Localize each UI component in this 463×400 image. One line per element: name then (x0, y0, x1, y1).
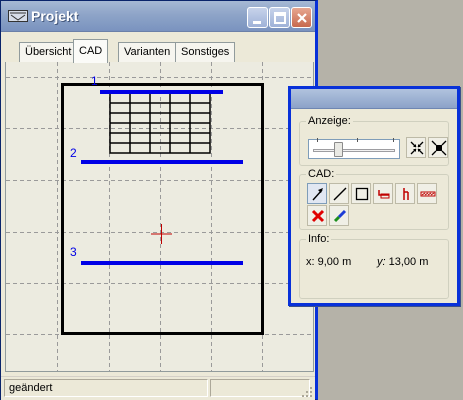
delete-tool-button[interactable] (307, 205, 327, 226)
line-label-1: 1 (91, 74, 98, 88)
status-bar: geändert (1, 376, 315, 400)
zoom-in-button[interactable] (406, 137, 426, 158)
palette-title-bar[interactable] (291, 89, 457, 109)
tab-sonstiges[interactable]: Sonstiges (175, 42, 236, 62)
cad-canvas[interactable]: 1 2 3 (6, 62, 313, 371)
info-label: Info: (306, 233, 332, 245)
info-x-prefix: x: (306, 256, 315, 268)
zoom-in-icon (410, 141, 424, 155)
anzeige-group: Anzeige: (299, 115, 449, 166)
minimize-icon (253, 21, 261, 24)
zoom-slider[interactable] (308, 138, 400, 159)
door-tool-button[interactable] (395, 183, 415, 204)
info-y-value: 13,00 m (388, 256, 429, 268)
anzeige-label: Anzeige: (306, 115, 353, 127)
tab-varianten[interactable]: Varianten (118, 42, 177, 62)
main-window: Projekt Übersicht CAD Varianten Sonstige… (0, 0, 318, 400)
door-icon (403, 188, 409, 200)
wall-end-tool-button[interactable] (373, 183, 393, 204)
tab-cad[interactable]: CAD (73, 39, 109, 63)
info-x: x: 9,00 m (306, 256, 351, 268)
line-icon (333, 187, 347, 201)
zoom-out-icon (431, 140, 447, 156)
info-x-value: 9,00 m (317, 256, 352, 268)
info-group: Info: x: 9,00 m y: 13,00 m (299, 233, 449, 299)
select-arrow-icon (312, 188, 323, 201)
wall-end-icon (378, 190, 390, 199)
info-y-prefix: y: (377, 256, 386, 268)
minimize-button[interactable] (247, 7, 268, 28)
window-title: Projekt (31, 8, 79, 24)
status-text: geändert (4, 379, 208, 397)
select-tool-button[interactable] (307, 183, 327, 204)
rectangle-tool-button[interactable] (351, 183, 371, 204)
status-cell-empty (210, 379, 310, 397)
tool-palette: Anzeige: CAD: Info: x: 9,00 m y: 13,00 m (288, 86, 460, 306)
zoom-out-button[interactable] (428, 137, 448, 158)
close-button[interactable] (291, 7, 312, 28)
slider-thumb[interactable] (334, 142, 343, 157)
maximize-button[interactable] (269, 7, 290, 28)
close-icon (297, 13, 307, 23)
cad-group: CAD: (299, 168, 449, 230)
resize-grip-icon[interactable] (301, 386, 313, 398)
cad-label: CAD: (306, 168, 337, 180)
edit-color-tool-button[interactable] (329, 205, 349, 226)
window-tool-button[interactable] (417, 183, 437, 204)
line-label-3: 3 (70, 245, 77, 259)
edit-color-icon (333, 209, 347, 223)
info-y: y: 13,00 m (377, 256, 428, 268)
title-bar[interactable]: Projekt (1, 1, 315, 32)
window-app-icon (8, 10, 28, 22)
delete-icon (311, 209, 325, 223)
tab-uebersicht[interactable]: Übersicht (19, 42, 78, 62)
line-label-2: 2 (70, 146, 77, 160)
window-hatch-icon (420, 191, 436, 197)
line-tool-button[interactable] (329, 183, 349, 204)
rectangle-icon (355, 187, 369, 201)
maximize-icon (274, 12, 286, 24)
canvas-background (6, 62, 313, 371)
